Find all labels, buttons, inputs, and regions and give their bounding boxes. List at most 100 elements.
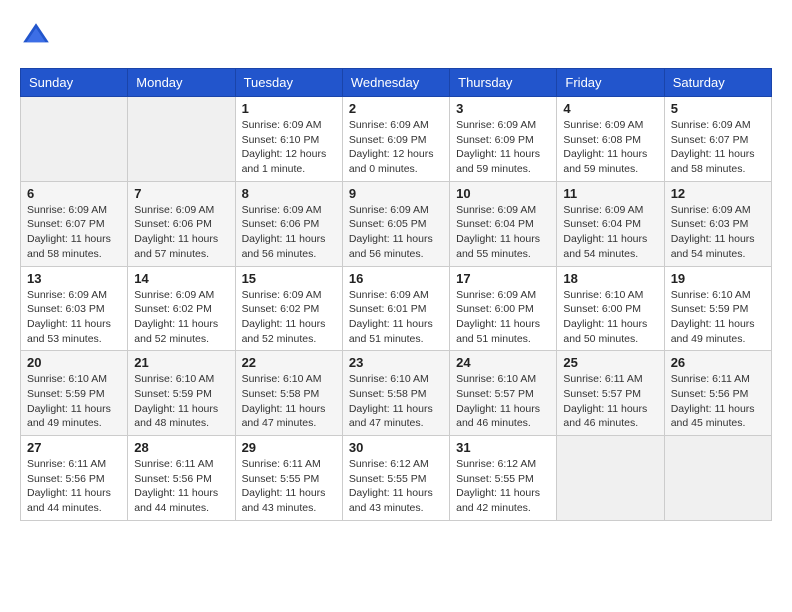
day-info: Sunrise: 6:12 AM Sunset: 5:55 PM Dayligh… xyxy=(456,457,550,516)
day-number: 13 xyxy=(27,271,121,286)
day-number: 18 xyxy=(563,271,657,286)
day-number: 25 xyxy=(563,355,657,370)
logo-icon xyxy=(20,20,52,52)
day-info: Sunrise: 6:10 AM Sunset: 5:57 PM Dayligh… xyxy=(456,372,550,431)
calendar-cell: 8 Sunrise: 6:09 AM Sunset: 6:06 PM Daylig… xyxy=(235,181,342,266)
calendar-cell xyxy=(21,97,128,182)
day-number: 11 xyxy=(563,186,657,201)
day-info: Sunrise: 6:09 AM Sunset: 6:00 PM Dayligh… xyxy=(456,288,550,347)
day-number: 17 xyxy=(456,271,550,286)
calendar-cell: 14 Sunrise: 6:09 AM Sunset: 6:02 PM Dayli… xyxy=(128,266,235,351)
calendar-cell: 5 Sunrise: 6:09 AM Sunset: 6:07 PM Daylig… xyxy=(664,97,771,182)
day-number: 3 xyxy=(456,101,550,116)
calendar-week: 20 Sunrise: 6:10 AM Sunset: 5:59 PM Dayli… xyxy=(21,351,772,436)
calendar-header: SundayMondayTuesdayWednesdayThursdayFrid… xyxy=(21,69,772,97)
day-info: Sunrise: 6:09 AM Sunset: 6:04 PM Dayligh… xyxy=(456,203,550,262)
day-number: 24 xyxy=(456,355,550,370)
calendar-cell: 4 Sunrise: 6:09 AM Sunset: 6:08 PM Daylig… xyxy=(557,97,664,182)
day-info: Sunrise: 6:10 AM Sunset: 5:58 PM Dayligh… xyxy=(349,372,443,431)
day-info: Sunrise: 6:09 AM Sunset: 6:03 PM Dayligh… xyxy=(27,288,121,347)
day-info: Sunrise: 6:09 AM Sunset: 6:09 PM Dayligh… xyxy=(349,118,443,177)
calendar-cell: 31 Sunrise: 6:12 AM Sunset: 5:55 PM Dayli… xyxy=(450,436,557,521)
page-header xyxy=(20,20,772,52)
day-info: Sunrise: 6:09 AM Sunset: 6:09 PM Dayligh… xyxy=(456,118,550,177)
day-info: Sunrise: 6:09 AM Sunset: 6:10 PM Dayligh… xyxy=(242,118,336,177)
weekday-header: Tuesday xyxy=(235,69,342,97)
calendar-cell: 22 Sunrise: 6:10 AM Sunset: 5:58 PM Dayli… xyxy=(235,351,342,436)
day-number: 1 xyxy=(242,101,336,116)
day-info: Sunrise: 6:09 AM Sunset: 6:08 PM Dayligh… xyxy=(563,118,657,177)
calendar-week: 1 Sunrise: 6:09 AM Sunset: 6:10 PM Daylig… xyxy=(21,97,772,182)
weekday-row: SundayMondayTuesdayWednesdayThursdayFrid… xyxy=(21,69,772,97)
calendar-cell: 26 Sunrise: 6:11 AM Sunset: 5:56 PM Dayli… xyxy=(664,351,771,436)
calendar-cell: 28Sunrise: 6:11 AM Sunset: 5:56 PM Dayli… xyxy=(128,436,235,521)
day-number: 21 xyxy=(134,355,228,370)
day-number: 26 xyxy=(671,355,765,370)
calendar-cell: 18 Sunrise: 6:10 AM Sunset: 6:00 PM Dayli… xyxy=(557,266,664,351)
day-number: 20 xyxy=(27,355,121,370)
day-info: Sunrise: 6:09 AM Sunset: 6:06 PM Dayligh… xyxy=(134,203,228,262)
calendar-cell: 25Sunrise: 6:11 AM Sunset: 5:57 PM Dayli… xyxy=(557,351,664,436)
day-number: 5 xyxy=(671,101,765,116)
calendar-cell: 13 Sunrise: 6:09 AM Sunset: 6:03 PM Dayli… xyxy=(21,266,128,351)
calendar-cell xyxy=(128,97,235,182)
calendar-cell: 27 Sunrise: 6:11 AM Sunset: 5:56 PM Dayli… xyxy=(21,436,128,521)
calendar-week: 6 Sunrise: 6:09 AM Sunset: 6:07 PM Daylig… xyxy=(21,181,772,266)
day-info: Sunrise: 6:11 AM Sunset: 5:56 PM Dayligh… xyxy=(27,457,121,516)
calendar-cell: 10 Sunrise: 6:09 AM Sunset: 6:04 PM Dayli… xyxy=(450,181,557,266)
calendar-cell: 11 Sunrise: 6:09 AM Sunset: 6:04 PM Dayli… xyxy=(557,181,664,266)
weekday-header: Wednesday xyxy=(342,69,449,97)
calendar-cell: 16Sunrise: 6:09 AM Sunset: 6:01 PM Dayli… xyxy=(342,266,449,351)
day-info: Sunrise: 6:10 AM Sunset: 5:58 PM Dayligh… xyxy=(242,372,336,431)
day-number: 10 xyxy=(456,186,550,201)
calendar-cell: 24 Sunrise: 6:10 AM Sunset: 5:57 PM Dayli… xyxy=(450,351,557,436)
day-number: 22 xyxy=(242,355,336,370)
day-info: Sunrise: 6:09 AM Sunset: 6:07 PM Dayligh… xyxy=(27,203,121,262)
day-info: Sunrise: 6:10 AM Sunset: 5:59 PM Dayligh… xyxy=(671,288,765,347)
day-number: 6 xyxy=(27,186,121,201)
day-info: Sunrise: 6:11 AM Sunset: 5:56 PM Dayligh… xyxy=(671,372,765,431)
logo xyxy=(20,20,56,52)
weekday-header: Monday xyxy=(128,69,235,97)
day-info: Sunrise: 6:09 AM Sunset: 6:02 PM Dayligh… xyxy=(242,288,336,347)
day-info: Sunrise: 6:09 AM Sunset: 6:03 PM Dayligh… xyxy=(671,203,765,262)
calendar-cell: 1 Sunrise: 6:09 AM Sunset: 6:10 PM Daylig… xyxy=(235,97,342,182)
calendar-cell: 7 Sunrise: 6:09 AM Sunset: 6:06 PM Daylig… xyxy=(128,181,235,266)
calendar-week: 13 Sunrise: 6:09 AM Sunset: 6:03 PM Dayli… xyxy=(21,266,772,351)
calendar-cell: 9Sunrise: 6:09 AM Sunset: 6:05 PM Daylig… xyxy=(342,181,449,266)
day-number: 14 xyxy=(134,271,228,286)
day-info: Sunrise: 6:09 AM Sunset: 6:06 PM Dayligh… xyxy=(242,203,336,262)
calendar-cell: 23 Sunrise: 6:10 AM Sunset: 5:58 PM Dayli… xyxy=(342,351,449,436)
weekday-header: Sunday xyxy=(21,69,128,97)
day-number: 29 xyxy=(242,440,336,455)
day-info: Sunrise: 6:11 AM Sunset: 5:55 PM Dayligh… xyxy=(242,457,336,516)
day-info: Sunrise: 6:09 AM Sunset: 6:02 PM Dayligh… xyxy=(134,288,228,347)
calendar-cell: 17 Sunrise: 6:09 AM Sunset: 6:00 PM Dayli… xyxy=(450,266,557,351)
day-number: 2 xyxy=(349,101,443,116)
day-number: 4 xyxy=(563,101,657,116)
day-info: Sunrise: 6:12 AM Sunset: 5:55 PM Dayligh… xyxy=(349,457,443,516)
day-number: 31 xyxy=(456,440,550,455)
calendar-cell: 20 Sunrise: 6:10 AM Sunset: 5:59 PM Dayli… xyxy=(21,351,128,436)
calendar-cell: 19Sunrise: 6:10 AM Sunset: 5:59 PM Dayli… xyxy=(664,266,771,351)
calendar-cell: 29 Sunrise: 6:11 AM Sunset: 5:55 PM Dayli… xyxy=(235,436,342,521)
day-number: 7 xyxy=(134,186,228,201)
day-info: Sunrise: 6:09 AM Sunset: 6:07 PM Dayligh… xyxy=(671,118,765,177)
calendar-cell: 2 Sunrise: 6:09 AM Sunset: 6:09 PM Daylig… xyxy=(342,97,449,182)
day-info: Sunrise: 6:10 AM Sunset: 6:00 PM Dayligh… xyxy=(563,288,657,347)
day-info: Sunrise: 6:10 AM Sunset: 5:59 PM Dayligh… xyxy=(27,372,121,431)
weekday-header: Thursday xyxy=(450,69,557,97)
calendar-cell: 6 Sunrise: 6:09 AM Sunset: 6:07 PM Daylig… xyxy=(21,181,128,266)
day-number: 27 xyxy=(27,440,121,455)
day-number: 16 xyxy=(349,271,443,286)
calendar: SundayMondayTuesdayWednesdayThursdayFrid… xyxy=(20,68,772,521)
day-info: Sunrise: 6:09 AM Sunset: 6:04 PM Dayligh… xyxy=(563,203,657,262)
weekday-header: Friday xyxy=(557,69,664,97)
day-number: 30 xyxy=(349,440,443,455)
day-number: 23 xyxy=(349,355,443,370)
calendar-body: 1 Sunrise: 6:09 AM Sunset: 6:10 PM Daylig… xyxy=(21,97,772,521)
calendar-cell: 21Sunrise: 6:10 AM Sunset: 5:59 PM Dayli… xyxy=(128,351,235,436)
calendar-cell: 30 Sunrise: 6:12 AM Sunset: 5:55 PM Dayli… xyxy=(342,436,449,521)
day-number: 8 xyxy=(242,186,336,201)
weekday-header: Saturday xyxy=(664,69,771,97)
